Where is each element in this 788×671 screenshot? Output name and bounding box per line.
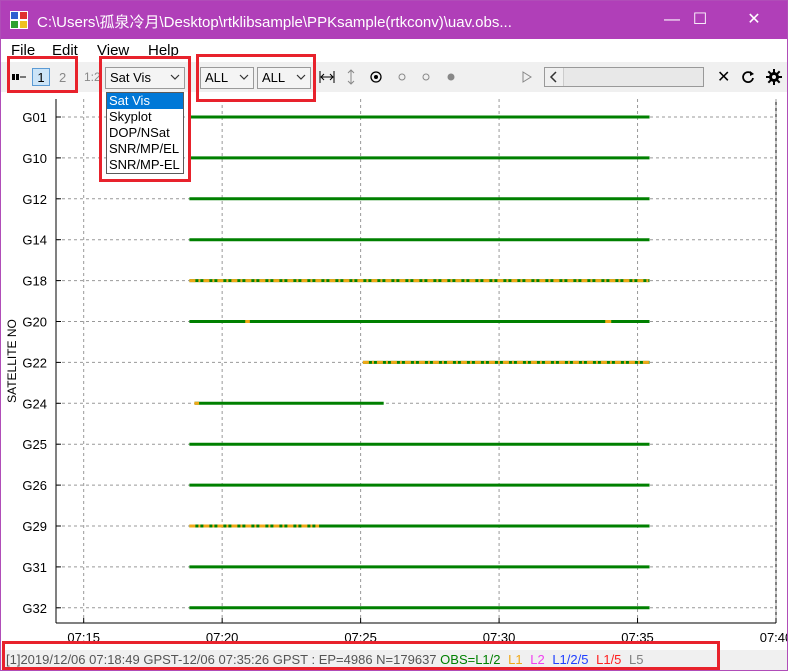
fit-horizontal-icon[interactable] xyxy=(319,70,335,84)
close-plot-button[interactable]: ✕ xyxy=(717,67,730,87)
highlight-box-filters xyxy=(196,54,316,102)
satellite-label-g29: G29 xyxy=(22,519,47,534)
small-circle-icon[interactable] xyxy=(397,72,407,82)
dot-icon[interactable] xyxy=(446,72,456,82)
satellite-label-g31: G31 xyxy=(22,560,47,575)
window-title: C:\Users\孤泉冷月\Desktop\rtklibsample\PPKsa… xyxy=(37,14,512,31)
fit-vertical-icon[interactable] xyxy=(345,69,357,85)
satellite-label-g18: G18 xyxy=(22,274,47,289)
satellite-label-g26: G26 xyxy=(22,478,47,493)
play-icon[interactable] xyxy=(522,71,532,83)
close-window-button[interactable]: ✕ xyxy=(731,1,777,39)
y-axis-label: SATELLITE NO xyxy=(5,319,19,403)
satellite-label-g25: G25 xyxy=(22,437,47,452)
satellite-label-g12: G12 xyxy=(22,192,47,207)
rtkplot-app-icon xyxy=(10,11,28,29)
chevron-left-icon xyxy=(549,71,557,83)
scroll-left-button[interactable] xyxy=(545,68,564,86)
small-circle-icon[interactable] xyxy=(421,72,431,82)
satellite-label-g14: G14 xyxy=(22,233,47,248)
x-tick-label: 07:40 xyxy=(760,630,787,645)
satellite-label-g20: G20 xyxy=(22,315,47,330)
satellite-label-g32: G32 xyxy=(22,601,47,616)
satellite-label-g10: G10 xyxy=(22,151,47,166)
satellite-label-g01: G01 xyxy=(22,110,47,125)
title-bar: C:\Users\孤泉冷月\Desktop\rtklibsample\PPKsa… xyxy=(1,1,787,39)
highlight-box-plot-buttons xyxy=(7,56,78,93)
rtkplot-window: C:\Users\孤泉冷月\Desktop\rtklibsample\PPKsa… xyxy=(0,0,788,671)
highlight-box-plot-type xyxy=(99,56,191,182)
refresh-icon[interactable] xyxy=(741,70,755,84)
satellite-label-g24: G24 xyxy=(22,396,47,411)
center-origin-icon[interactable] xyxy=(369,70,383,84)
gear-icon[interactable] xyxy=(766,69,782,85)
satellite-label-g22: G22 xyxy=(22,355,47,370)
highlight-box-status xyxy=(2,641,720,670)
time-scrollbar[interactable] xyxy=(544,67,704,87)
maximize-button[interactable]: ☐ xyxy=(677,1,723,39)
